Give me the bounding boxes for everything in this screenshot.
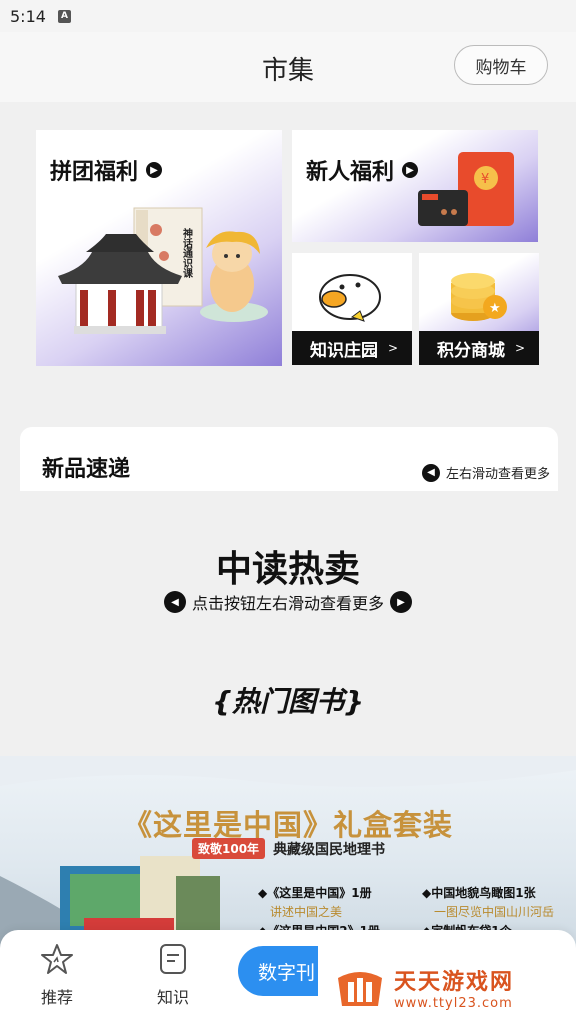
points-mall-label-bar: 积分商城 > [419, 331, 539, 365]
banner-item-desc: 讲述中国之美 [270, 905, 343, 919]
svg-text:★: ★ [489, 301, 501, 316]
bottom-tab-bar: 推荐 知识 数字刊 天天游戏网 www.ttyl23.com [0, 930, 576, 1024]
banner-subtitle-text: 典藏级国民地理书 [273, 841, 386, 858]
banner-item-name: ◆中国地貌鸟瞰图1张 [422, 886, 536, 900]
hot-books-title: {热门图书} [212, 685, 364, 718]
hot-sale-hint-text: 点击按钮左右滑动查看更多 [191, 594, 384, 613]
banner-item-name: ◆《这里是中国》1册 [258, 886, 372, 900]
knowledge-garden-label: 知识庄园 [310, 340, 378, 361]
hot-sale-hint: ◀ 点击按钮左右滑动查看更多 ▶ [0, 590, 576, 614]
new-arrivals-section: 新品速递 ◀ 左右滑动查看更多 [20, 427, 558, 491]
scroll-left-icon[interactable]: ◀ [421, 463, 440, 482]
group-buy-card[interactable]: 拼团福利 ▶ 神话通识课 [36, 130, 282, 366]
hot-sale-title: 中读热卖 [215, 549, 360, 590]
document-icon [160, 944, 186, 974]
points-mall-label: 积分商城 [437, 340, 505, 361]
gift-box-banner[interactable]: 《这里是中国》礼盒套装 致敬100年 典藏级国民地理书 ◆《这里是中国》1册 讲… [0, 756, 576, 956]
new-user-card[interactable]: 新人福利 ▶ ¥ [292, 130, 538, 242]
scroll-left-button[interactable]: ◀ [163, 591, 186, 613]
banner-item-desc: 一图尽览中国山川河岳 [434, 905, 555, 919]
watermark-url: www.ttyl23.com [394, 996, 513, 1011]
status-time: 5:14 [10, 6, 46, 26]
chevron-right-icon: > [514, 341, 525, 355]
tab-knowledge[interactable]: 知识 [138, 942, 208, 1008]
new-arrivals-title: 新品速递 [42, 457, 131, 482]
banner-item: ◆中国地貌鸟瞰图1张 一图尽览中国山川河岳 [422, 884, 554, 920]
duck-mascot-illustration [319, 274, 381, 322]
banner-subtitle: 致敬100年 典藏级国民地理书 [192, 838, 385, 859]
knowledge-garden-card[interactable]: 知识庄园 > [292, 253, 412, 365]
tab-knowledge-label: 知识 [156, 988, 189, 1007]
svg-text:¥: ¥ [481, 172, 489, 187]
red-envelope-card-illustration: ¥ [418, 152, 514, 226]
coins-illustration: ★ [451, 273, 507, 321]
knowledge-garden-label-bar: 知识庄园 > [292, 331, 412, 365]
tab-recommend-label: 推荐 [40, 988, 73, 1007]
star-icon [41, 944, 73, 974]
banner-item: ◆《这里是中国》1册 讲述中国之美 [258, 884, 372, 920]
watermark-name: 天天游戏网 [394, 970, 515, 995]
cart-button[interactable]: 购物车 [454, 45, 548, 85]
status-bar: 5:14 A [0, 0, 576, 32]
chevron-right-icon: > [387, 341, 398, 355]
app-notification-icon: A [57, 9, 71, 23]
points-mall-card[interactable]: ★ 积分商城 > [419, 253, 539, 365]
page-header: 市集 购物车 [0, 32, 576, 102]
scroll-right-button[interactable]: ▶ [390, 591, 412, 613]
watermark: 天天游戏网 www.ttyl23.com [334, 964, 514, 1011]
tab-recommend[interactable]: 推荐 [22, 942, 92, 1008]
watermark-logo-icon [338, 971, 382, 1006]
book-cover-text: 神话通识课 [181, 227, 193, 279]
banner-badge: 致敬100年 [192, 838, 266, 859]
digital-magazine-button[interactable]: 数字刊 [238, 946, 318, 996]
new-arrivals-hint[interactable]: ◀ 左右滑动查看更多 [421, 463, 550, 482]
new-arrivals-hint-text: 左右滑动查看更多 [445, 467, 550, 482]
pavilion-book-illustration: 神话通识课 [58, 207, 268, 334]
